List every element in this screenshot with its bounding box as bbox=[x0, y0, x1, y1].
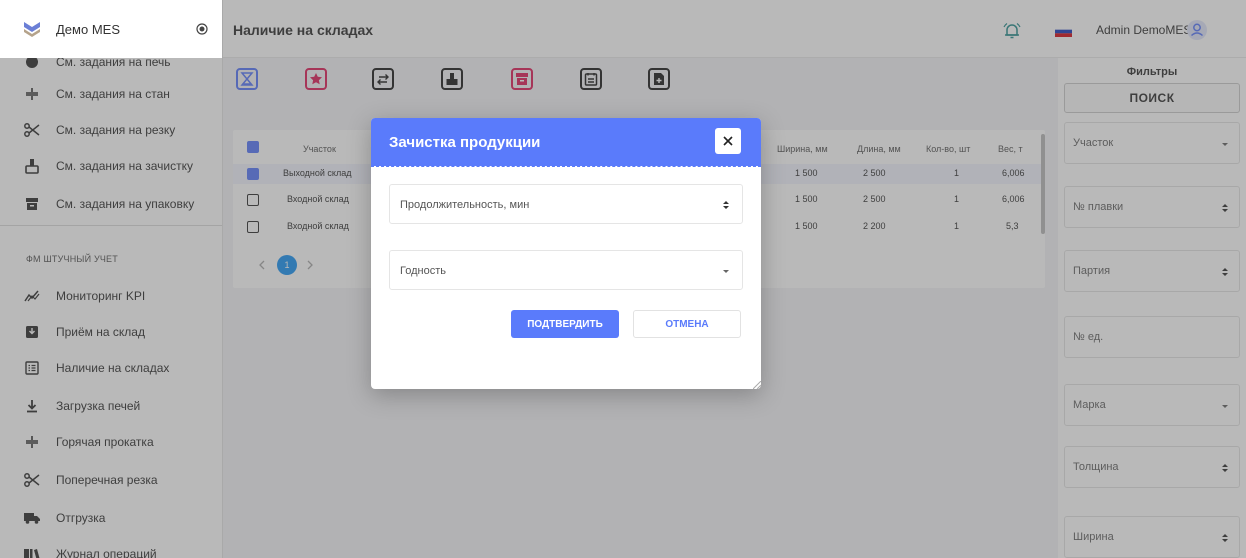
grade-placeholder: Годность bbox=[400, 265, 446, 277]
confirm-button[interactable]: ПОДТВЕРДИТЬ bbox=[511, 310, 619, 338]
close-button[interactable] bbox=[715, 128, 741, 154]
radio-toggle-icon[interactable] bbox=[196, 23, 208, 35]
cancel-button[interactable]: ОТМЕНА bbox=[633, 310, 741, 338]
clean-product-dialog: Зачистка продукции Продолжительность, ми… bbox=[371, 118, 761, 389]
chevron-down-icon bbox=[723, 270, 729, 273]
dialog-title: Зачистка продукции bbox=[389, 134, 541, 151]
duration-placeholder: Продолжительность, мин bbox=[400, 199, 530, 211]
duration-input[interactable]: Продолжительность, мин bbox=[389, 184, 743, 224]
header-divider bbox=[371, 166, 761, 168]
close-icon bbox=[723, 136, 733, 146]
resize-handle-icon[interactable] bbox=[753, 381, 761, 389]
sidebar-header: Демо MES bbox=[0, 0, 222, 58]
dialog-header: Зачистка продукции bbox=[371, 118, 761, 166]
app-logo-icon bbox=[24, 22, 40, 37]
app-name: Демо MES bbox=[56, 21, 120, 37]
grade-select[interactable]: Годность bbox=[389, 250, 743, 290]
spinner-arrows-icon[interactable] bbox=[720, 198, 732, 212]
